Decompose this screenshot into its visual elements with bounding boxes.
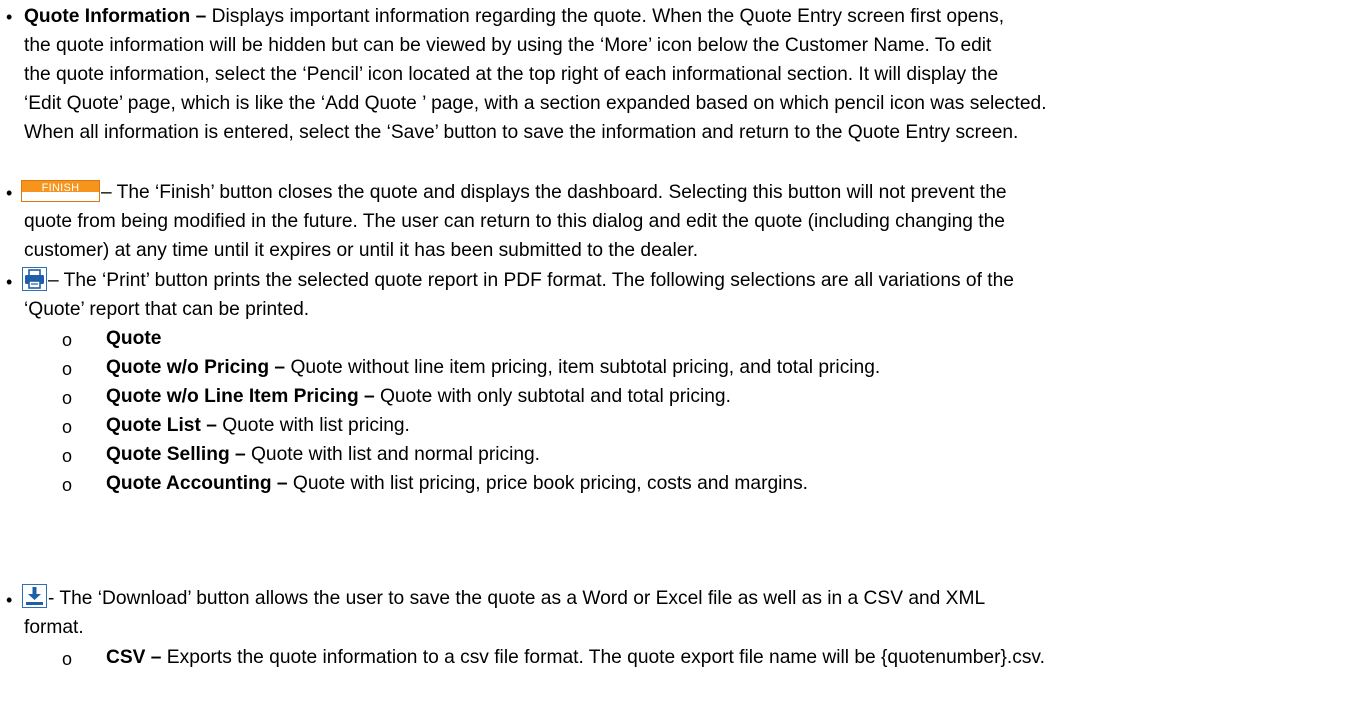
paragraph-line: the quote information, select the ‘Penci… [24, 64, 999, 85]
subitem-line: Quote Selling – Quote with list and norm… [106, 444, 540, 466]
term-quote-information: Quote Information [24, 6, 191, 27]
paragraph-line: – The ‘Finish’ button closes the quote a… [101, 182, 1007, 203]
subitem-line: Quote Accounting – Quote with list prici… [106, 473, 808, 495]
finish-button: FINISH [21, 180, 100, 202]
print-icon-glyph [25, 269, 44, 289]
sub-marker: o [62, 649, 73, 669]
paragraph-line: ‘Quote’ report that can be printed. [24, 299, 310, 320]
term: CSV – [106, 647, 162, 668]
subitem-line: Quote List – Quote with list pricing. [106, 415, 410, 437]
sub-marker: o [62, 475, 73, 495]
download-icon [22, 584, 47, 608]
subitem-line: Quote [106, 328, 161, 350]
text: Displays important information regarding… [211, 6, 1005, 27]
paragraph-line: ‘Edit Quote’ page, which is like the ‘Ad… [24, 93, 1047, 114]
sub-marker: o [62, 330, 73, 350]
paragraph-line: – The ‘Print’ button prints the selected… [48, 270, 1014, 291]
finish-button-label: FINISH [41, 182, 80, 194]
print-icon [22, 267, 47, 291]
subitem-line: Quote w/o Pricing – Quote without line i… [106, 357, 880, 379]
text: Quote with list pricing, price book pric… [287, 473, 809, 494]
paragraph-line: the quote information will be hidden but… [24, 35, 992, 56]
dash: – [190, 6, 212, 27]
paragraph-line: quote from being modified in the future.… [24, 211, 1005, 232]
term: Quote Accounting – [106, 473, 288, 494]
paragraph-line: When all information is entered, select … [24, 122, 1019, 143]
subitem-line: CSV – Exports the quote information to a… [106, 647, 1045, 669]
sub-marker: o [62, 388, 73, 408]
download-icon-glyph [26, 587, 43, 605]
text: Quote with list pricing. [216, 415, 410, 436]
term: Quote w/o Pricing – [106, 357, 286, 378]
bullet-marker: • [6, 590, 13, 610]
text: Quote without line item pricing, item su… [285, 357, 881, 378]
text: Quote with only subtotal and total prici… [374, 386, 731, 407]
sub-marker: o [62, 446, 73, 466]
paragraph-line: - The ‘Download’ button allows the user … [48, 588, 986, 609]
text: Quote with list and normal pricing. [245, 444, 541, 465]
term: Quote Selling – [106, 444, 246, 465]
subitem-line: Quote w/o Line Item Pricing – Quote with… [106, 386, 731, 408]
paragraph-line: customer) at any time until it expires o… [24, 240, 699, 261]
bullet-marker: • [6, 7, 13, 27]
term: Quote List – [106, 415, 217, 436]
bullet-marker: • [6, 272, 13, 292]
term: Quote w/o Line Item Pricing – [106, 386, 375, 407]
paragraph-line: format. [24, 617, 84, 638]
paragraph-line: Quote Information – Displays important i… [24, 6, 1004, 28]
text: Exports the quote information to a csv f… [161, 647, 1045, 668]
sub-marker: o [62, 417, 73, 437]
term: Quote [106, 328, 162, 349]
sub-marker: o [62, 359, 73, 379]
bullet-marker: • [6, 183, 13, 203]
